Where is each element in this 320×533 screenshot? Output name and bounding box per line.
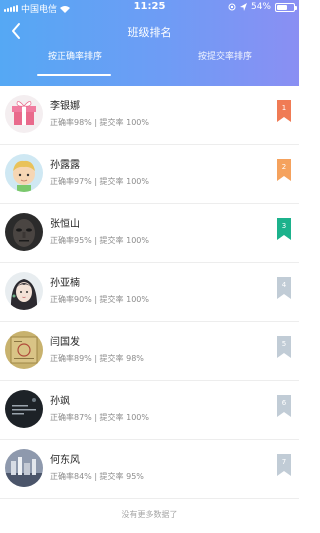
- rank-ribbon: 7: [277, 454, 291, 476]
- status-right: 54%: [228, 2, 297, 12]
- night-text-avatar: [5, 390, 43, 428]
- student-name: 李银娜: [50, 101, 80, 112]
- rank-number: 7: [281, 458, 287, 466]
- rank-ribbon: 3: [277, 218, 291, 240]
- tab-sort-by-accuracy[interactable]: 按正确率排序: [0, 46, 150, 86]
- student-stats: 正确率95% | 提交率 100%: [50, 236, 149, 245]
- battery-icon: [275, 2, 297, 12]
- rank-number: 2: [281, 163, 287, 171]
- gift-box-avatar: [5, 95, 43, 133]
- rank-number: 1: [281, 104, 287, 112]
- header: 中国电信 11:25 54% 班级排名 按正确率排序 按提交率排序: [0, 0, 299, 86]
- location-icon: [239, 3, 247, 11]
- student-name: 张恒山: [50, 219, 80, 230]
- student-stats: 正确率87% | 提交率 100%: [50, 413, 149, 422]
- student-name: 何东风: [50, 455, 80, 466]
- student-name: 闫国发: [50, 337, 80, 348]
- dark-face-avatar: [5, 213, 43, 251]
- student-stats: 正确率84% | 提交率 95%: [50, 472, 144, 481]
- rank-ribbon: 1: [277, 100, 291, 122]
- rank-number: 6: [281, 399, 287, 407]
- student-stats: 正确率98% | 提交率 100%: [50, 118, 149, 127]
- tab-sort-by-submission[interactable]: 按提交率排序: [150, 46, 300, 86]
- tab-bar: 按正确率排序 按提交率排序: [0, 46, 299, 86]
- city-skyline-avatar: [5, 449, 43, 487]
- student-name: 孙亚楠: [50, 278, 80, 289]
- cartoon-boy-avatar: [5, 154, 43, 192]
- ranking-list: 李银娜 正确率98% | 提交率 100% 1 孙露露 正确率97% | 提交率…: [0, 86, 299, 499]
- list-item[interactable]: 闫国发 正确率89% | 提交率 98% 5: [0, 322, 299, 381]
- student-name: 孙露露: [50, 160, 80, 171]
- list-item[interactable]: 孙亚楠 正确率90% | 提交率 100% 4: [0, 263, 299, 322]
- student-stats: 正确率89% | 提交率 98%: [50, 354, 144, 363]
- lock-rotation-icon: [228, 3, 236, 11]
- no-more-data-label: 没有更多数据了: [121, 510, 178, 519]
- list-item[interactable]: 何东风 正确率84% | 提交率 95% 7: [0, 440, 299, 499]
- vintage-paper-avatar: [5, 331, 43, 369]
- student-stats: 正确率97% | 提交率 100%: [50, 177, 149, 186]
- battery-percent: 54%: [250, 2, 271, 12]
- rank-number: 5: [281, 340, 287, 348]
- student-stats: 正确率90% | 提交率 100%: [50, 295, 149, 304]
- rank-ribbon: 4: [277, 277, 291, 299]
- list-item[interactable]: 孙露露 正确率97% | 提交率 100% 2: [0, 145, 299, 204]
- rank-ribbon: 5: [277, 336, 291, 358]
- anime-girl-avatar: [5, 272, 43, 310]
- rank-ribbon: 2: [277, 159, 291, 181]
- page-title: 班级排名: [127, 26, 172, 39]
- rank-ribbon: 6: [277, 395, 291, 417]
- list-item[interactable]: 孙飒 正确率87% | 提交率 100% 6: [0, 381, 299, 440]
- rank-number: 4: [281, 281, 287, 289]
- nav-bar: 班级排名: [0, 16, 299, 46]
- student-name: 孙飒: [50, 396, 70, 407]
- list-item[interactable]: 李银娜 正确率98% | 提交率 100% 1: [0, 86, 299, 145]
- list-item[interactable]: 张恒山 正确率95% | 提交率 100% 3: [0, 204, 299, 263]
- status-bar: 中国电信 11:25 54%: [0, 0, 299, 15]
- rank-number: 3: [281, 222, 287, 230]
- active-tab-indicator: [37, 74, 111, 76]
